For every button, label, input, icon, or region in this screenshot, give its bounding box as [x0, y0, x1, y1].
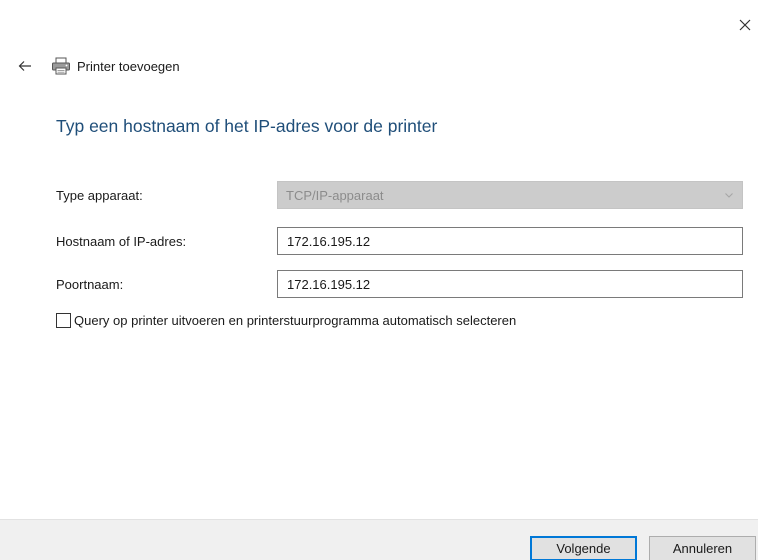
back-button[interactable]	[14, 56, 36, 76]
arrow-left-icon	[18, 61, 31, 71]
wizard-footer: Volgende Annuleren	[0, 519, 758, 560]
query-printer-checkbox[interactable]	[56, 313, 71, 328]
wizard-header: Printer toevoegen	[14, 56, 180, 76]
cancel-button[interactable]: Annuleren	[649, 536, 756, 560]
query-printer-label: Query op printer uitvoeren en printerstu…	[74, 313, 517, 328]
hostname-field[interactable]	[277, 227, 743, 255]
printer-icon	[51, 56, 71, 76]
device-type-value: TCP/IP-apparaat	[286, 187, 384, 203]
device-type-label: Type apparaat:	[56, 188, 143, 203]
close-button[interactable]	[734, 14, 756, 36]
close-icon	[739, 19, 751, 31]
port-name-label: Poortnaam:	[56, 277, 124, 292]
query-printer-option[interactable]: Query op printer uitvoeren en printerstu…	[56, 313, 516, 328]
hostname-label: Hostnaam of IP-adres:	[56, 234, 187, 249]
wizard-title: Printer toevoegen	[77, 58, 180, 74]
page-instruction: Typ een hostnaam of het IP-adres voor de…	[56, 116, 438, 136]
next-button[interactable]: Volgende	[530, 536, 637, 560]
device-type-dropdown[interactable]: TCP/IP-apparaat	[277, 181, 743, 209]
chevron-down-icon	[725, 193, 733, 198]
port-name-field[interactable]	[277, 270, 743, 298]
